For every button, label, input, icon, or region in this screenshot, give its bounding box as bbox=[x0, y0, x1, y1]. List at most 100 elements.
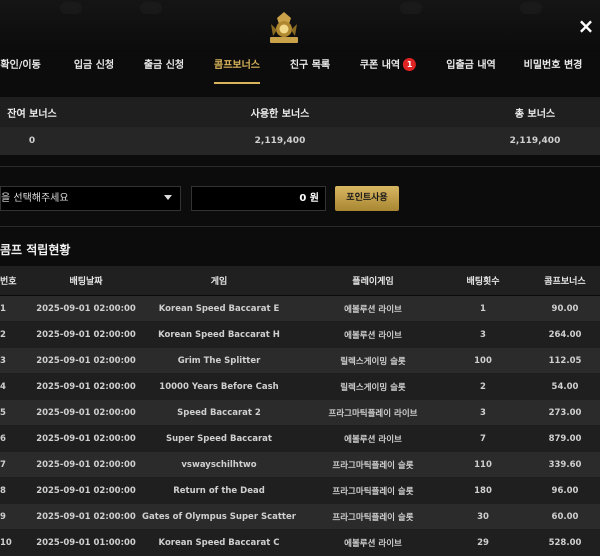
tab-coupons[interactable]: 쿠폰 내역 1 bbox=[359, 52, 417, 82]
tab-label: 입출금 내역 bbox=[446, 60, 496, 71]
remaining-bonus-header: 잔여 보너스 bbox=[7, 108, 57, 120]
total-bonus-value: 2,119,400 bbox=[509, 136, 561, 146]
row-comp-bonus: 879.00 bbox=[548, 433, 582, 444]
tab-password[interactable]: 비밀번호 변경 bbox=[524, 52, 583, 82]
point-amount-value: 0 원 bbox=[299, 193, 319, 204]
tab-comp-bonus[interactable]: 콤프보너스 bbox=[214, 52, 260, 84]
row-comp-bonus: 528.00 bbox=[548, 537, 582, 548]
tab-label: 출금 신청 bbox=[143, 60, 185, 71]
row-number: 10 bbox=[0, 537, 12, 548]
table-row[interactable]: 5 2025-09-01 02:00:00 Speed Baccarat 2 프라그마… bbox=[0, 400, 600, 426]
row-number: 1 bbox=[0, 303, 6, 314]
remaining-bonus-value: 0 bbox=[28, 136, 36, 146]
table-row[interactable]: 1 2025-09-01 02:00:00 Korean Speed Baccara… bbox=[0, 296, 600, 322]
tab-transactions[interactable]: 입출금 내역 bbox=[446, 52, 495, 82]
total-bonus-header: 총 보너스 bbox=[514, 108, 556, 120]
row-comp-bonus: 112.05 bbox=[548, 355, 582, 366]
tab-label: 쿠폰 내역 bbox=[359, 60, 401, 71]
row-bet-count: 7 bbox=[480, 433, 486, 444]
table-row[interactable]: 6 2025-09-01 02:00:00 Super Speed Baccarat… bbox=[0, 426, 600, 452]
row-bet-date: 2025-09-01 02:00:00 bbox=[36, 433, 136, 444]
table-row[interactable]: 3 2025-09-01 02:00:00 Grim The Splitter 릴렉스… bbox=[0, 348, 600, 374]
row-provider: 릴렉스게이밍 슬롯 bbox=[340, 356, 406, 367]
tab-label: 콤프보너스 bbox=[214, 60, 260, 71]
row-game: Speed Baccarat 2 bbox=[177, 407, 261, 418]
row-game: Super Speed Baccarat bbox=[166, 433, 272, 444]
used-bonus-value: 2,119,400 bbox=[254, 136, 306, 146]
used-bonus-header: 사용한 보너스 bbox=[250, 108, 310, 120]
row-bet-date: 2025-09-01 02:00:00 bbox=[36, 407, 136, 418]
tab-bar: 내확인/이동 입금 신청 출금 신청 콤프보너스 친구 목록 쿠폰 내역1 입출… bbox=[0, 52, 600, 84]
col-provider: 플레이게임 bbox=[352, 277, 394, 287]
row-bet-date: 2025-09-01 02:00:00 bbox=[36, 355, 136, 366]
row-provider: 에볼루션 라이브 bbox=[344, 538, 402, 549]
faded-icon bbox=[400, 2, 422, 14]
tab-deposit[interactable]: 입금 신청 bbox=[74, 52, 114, 82]
row-comp-bonus: 96.00 bbox=[551, 485, 579, 496]
faded-icon bbox=[520, 2, 542, 14]
row-bet-count: 30 bbox=[477, 511, 489, 522]
row-bet-count: 29 bbox=[477, 537, 489, 548]
row-bet-date: 2025-09-01 02:00:00 bbox=[36, 485, 136, 496]
row-bet-count: 2 bbox=[480, 381, 486, 392]
row-number: 8 bbox=[0, 485, 6, 496]
tab-withdraw[interactable]: 출금 신청 bbox=[144, 52, 184, 82]
row-number: 9 bbox=[0, 511, 6, 522]
close-button[interactable]: × bbox=[576, 16, 596, 36]
row-game: Korean Speed Baccarat E bbox=[158, 303, 280, 314]
tab-friends[interactable]: 친구 목록 bbox=[290, 52, 330, 82]
row-bet-date: 2025-09-01 01:00:00 bbox=[36, 537, 136, 548]
tab-label: 친구 목록 bbox=[289, 60, 331, 71]
row-number: 7 bbox=[0, 459, 6, 470]
table-row[interactable]: 4 2025-09-01 02:00:00 10000 Years Before C… bbox=[0, 374, 600, 400]
game-select-text: 을 선택해주세요 bbox=[1, 193, 69, 204]
faded-icon bbox=[60, 2, 82, 14]
row-number: 3 bbox=[0, 355, 6, 366]
col-bet-count: 배팅횟수 bbox=[466, 277, 500, 287]
row-bet-date: 2025-09-01 02:00:00 bbox=[36, 511, 136, 522]
comp-table-header: 번호 배팅날짜 게임 플레이게임 배팅횟수 콤프보너스 bbox=[0, 266, 600, 295]
row-game: 10000 Years Before Cash bbox=[159, 381, 279, 392]
table-row[interactable]: 10 2025-09-01 01:00:00 Korean Speed Baccar… bbox=[0, 530, 600, 556]
section-title: 콤프 적립현황 bbox=[0, 243, 71, 257]
row-number: 4 bbox=[0, 381, 6, 392]
coupon-count-badge: 1 bbox=[403, 58, 417, 71]
row-bet-date: 2025-09-01 02:00:00 bbox=[36, 329, 136, 340]
table-row[interactable]: 2 2025-09-01 02:00:00 Korean Speed Baccara… bbox=[0, 322, 600, 348]
row-bet-date: 2025-09-01 02:00:00 bbox=[36, 459, 136, 470]
row-provider: 릴렉스게이밍 슬롯 bbox=[340, 382, 406, 393]
tab-label: 입금 신청 bbox=[73, 60, 115, 71]
row-game: Korean Speed Baccarat H bbox=[158, 329, 280, 340]
row-bet-count: 1 bbox=[480, 303, 486, 314]
tab-label: 내확인/이동 bbox=[0, 60, 41, 71]
row-bet-count: 3 bbox=[480, 407, 486, 418]
row-provider: 에볼루션 라이브 bbox=[344, 434, 402, 445]
bonus-summary-header: 잔여 보너스 사용한 보너스 총 보너스 bbox=[0, 97, 600, 127]
row-comp-bonus: 273.00 bbox=[548, 407, 582, 418]
row-comp-bonus: 54.00 bbox=[551, 381, 579, 392]
tab-label: 비밀번호 변경 bbox=[523, 60, 583, 71]
row-number: 6 bbox=[0, 433, 6, 444]
row-bet-count: 3 bbox=[480, 329, 486, 340]
row-bet-count: 100 bbox=[474, 355, 492, 366]
use-points-button[interactable]: 포인트사용 bbox=[335, 186, 399, 211]
table-row[interactable]: 8 2025-09-01 02:00:00 Return of the Dead 프라… bbox=[0, 478, 600, 504]
row-comp-bonus: 90.00 bbox=[551, 303, 579, 314]
bonus-summary-row: 0 2,119,400 2,119,400 bbox=[0, 127, 600, 155]
divider bbox=[0, 166, 600, 167]
row-provider: 프라그마틱플레이 슬롯 bbox=[332, 486, 414, 497]
row-bet-date: 2025-09-01 02:00:00 bbox=[36, 381, 136, 392]
game-select[interactable]: 을 선택해주세요 bbox=[0, 186, 181, 211]
casino-logo[interactable] bbox=[267, 10, 301, 46]
col-game: 게임 bbox=[210, 277, 228, 287]
chevron-down-icon bbox=[164, 195, 172, 200]
faded-icon bbox=[140, 2, 162, 14]
table-row[interactable]: 9 2025-09-01 02:00:00 Gates of Olympus Sup… bbox=[0, 504, 600, 530]
tab-check-move[interactable]: 내확인/이동 bbox=[0, 52, 41, 82]
col-number: 번호 bbox=[0, 277, 17, 287]
point-amount-input[interactable]: 0 원 bbox=[191, 186, 326, 211]
table-row[interactable]: 7 2025-09-01 02:00:00 vswayschilhtwo 프라그마틱플… bbox=[0, 452, 600, 478]
row-provider: 에볼루션 라이브 bbox=[344, 330, 402, 341]
row-provider: 프라그마틱플레이 슬롯 bbox=[332, 512, 414, 523]
row-comp-bonus: 264.00 bbox=[548, 329, 582, 340]
